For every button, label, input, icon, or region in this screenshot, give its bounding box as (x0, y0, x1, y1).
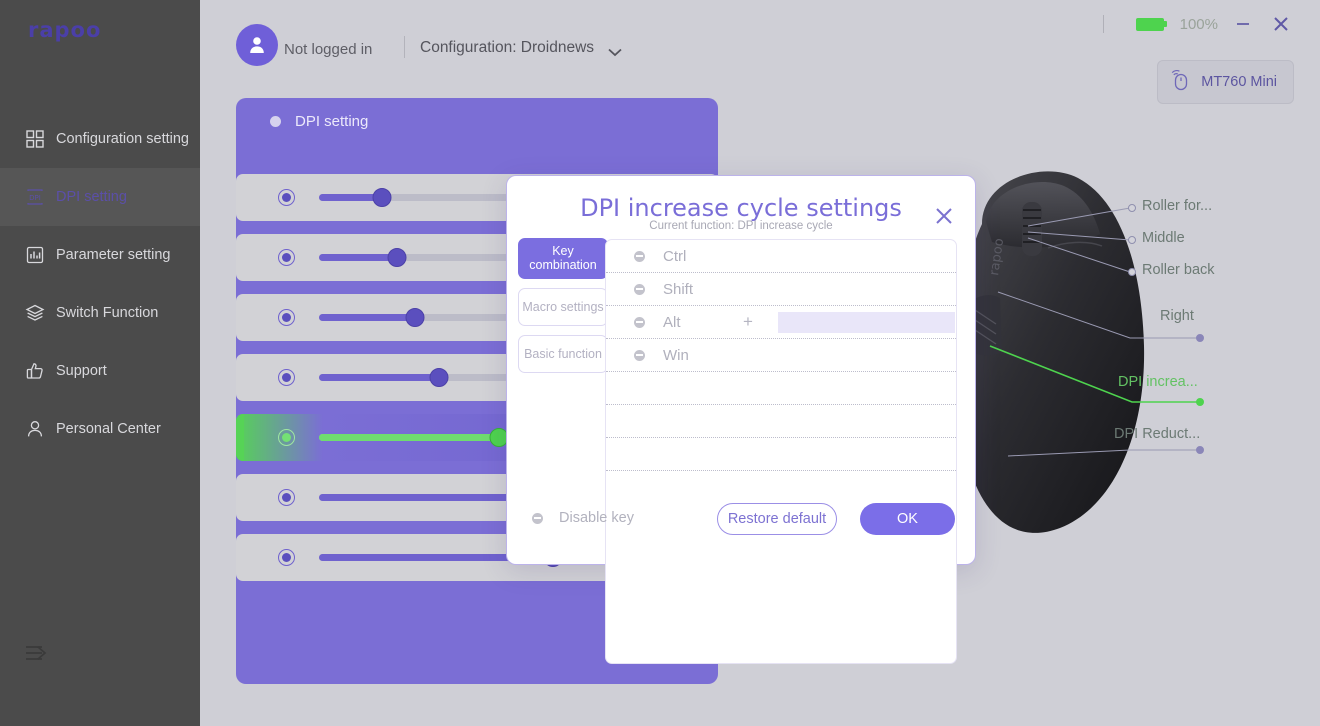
disable-key-label: Disable key (559, 510, 634, 526)
key-combination-list: Ctrl Shift Alt + Win (605, 239, 957, 664)
key-row[interactable]: Alt + (606, 306, 956, 339)
dialog-footer: Disable key Restore default OK (507, 503, 975, 537)
key-label: Win (663, 346, 689, 364)
ok-button[interactable]: OK (860, 503, 955, 535)
disable-key-option[interactable]: Disable key (532, 510, 634, 526)
dpi-increase-cycle-dialog: DPI increase cycle settings Current func… (506, 175, 976, 664)
dialog-subtitle: Current function: DPI increase cycle (649, 220, 833, 232)
app-root: rapoo Configuration setting DPI DPI sett… (0, 0, 1320, 726)
disable-key-dot-icon (532, 512, 543, 524)
dialog-tab[interactable]: Basic function (518, 334, 608, 373)
restore-default-button[interactable]: Restore default (717, 503, 837, 535)
key-row[interactable]: Shift (606, 273, 956, 306)
key-label: Ctrl (663, 247, 687, 265)
key-row[interactable] (606, 372, 956, 405)
key-label: Shift (663, 280, 694, 298)
key-row[interactable] (606, 471, 956, 504)
close-icon[interactable] (933, 205, 955, 227)
modal-overlay: DPI increase cycle settings Current func… (0, 0, 1320, 726)
dialog-tab[interactable]: Key combination (518, 238, 608, 279)
key-row[interactable] (606, 405, 956, 438)
key-row[interactable]: Ctrl (606, 240, 956, 273)
key-minus-icon[interactable] (634, 250, 645, 262)
key-minus-icon[interactable] (634, 283, 645, 295)
key-minus-icon[interactable] (634, 349, 645, 361)
key-minus-icon[interactable] (634, 316, 645, 328)
dialog-tab[interactable]: Macro settings (518, 287, 608, 326)
key-row[interactable] (606, 438, 956, 471)
dialog-title: DPI increase cycle settings (580, 194, 902, 222)
plus-icon: + (743, 312, 753, 331)
key-binding-input[interactable] (778, 311, 955, 333)
dialog-tab-list: Key combination Macro settings Basic funct… (518, 238, 610, 382)
key-label: Alt (663, 313, 681, 331)
key-row[interactable]: Win (606, 339, 956, 372)
